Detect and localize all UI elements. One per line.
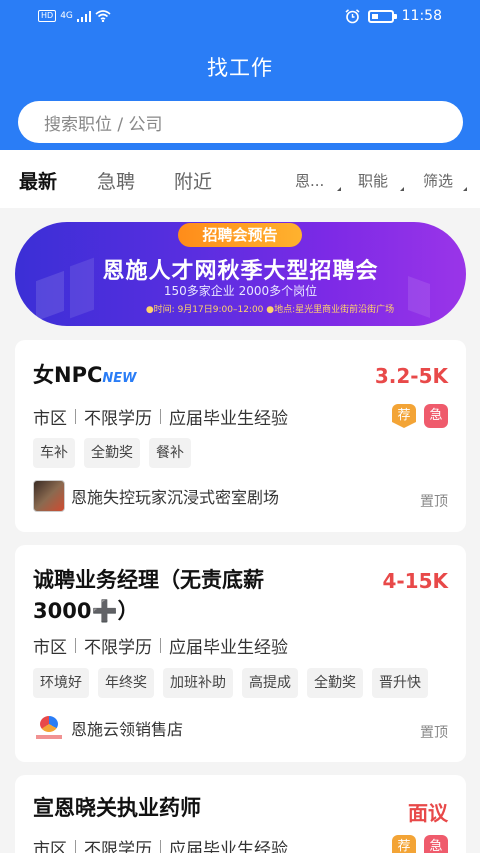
- banner-tag: 招聘会预告: [178, 223, 302, 247]
- divider: [160, 409, 161, 424]
- job-location: 市区: [33, 840, 67, 853]
- job-education: 不限学历: [84, 840, 152, 853]
- job-experience: 应届毕业生经验: [169, 409, 288, 429]
- banner-subtitle: 150多家企业 2000多个岗位: [163, 284, 318, 298]
- divider: [75, 638, 76, 653]
- job-salary: 面议: [408, 801, 448, 825]
- caret-down-icon: [463, 183, 467, 191]
- company-logo: [33, 712, 65, 744]
- tab-urgent[interactable]: 急聘: [97, 167, 135, 194]
- status-left: HD 4G: [38, 10, 111, 22]
- job-title-line: 诚聘业务经理（无责底薪: [33, 568, 264, 592]
- job-tag: 晋升快: [372, 668, 428, 698]
- header-bar: HD 4G 11:58 找工作 搜索职位 / 公司: [0, 0, 480, 150]
- job-title-text: 女NPC: [33, 363, 103, 387]
- wifi-icon: [95, 10, 111, 22]
- job-salary: 4-15K: [382, 569, 448, 593]
- job-experience: 应届毕业生经验: [169, 840, 288, 853]
- divider: [160, 638, 161, 653]
- job-experience: 应届毕业生经验: [169, 638, 288, 658]
- banner-info: ●时间: 9月17日9:00–12:00 ●地点:星光里商业街前沿街广场: [145, 305, 395, 315]
- divider: [75, 409, 76, 424]
- filter-function[interactable]: 职能: [358, 170, 388, 191]
- alarm-icon: [345, 8, 360, 23]
- company-info[interactable]: 恩施失控玩家沉浸式密室剧场: [33, 480, 279, 512]
- recommended-badge: 荐: [392, 404, 416, 428]
- status-time: 11:58: [401, 8, 442, 24]
- job-badges: 荐 急: [392, 835, 448, 853]
- search-placeholder: 搜索职位 / 公司: [44, 114, 163, 135]
- job-badges: 荐 急: [392, 404, 448, 428]
- job-meta: 市区 不限学历 应届毕业生经验: [33, 835, 288, 853]
- recommended-badge: 荐: [392, 835, 416, 853]
- company-name: 恩施失控玩家沉浸式密室剧场: [71, 488, 280, 507]
- banner-title: 恩施人才网秋季大型招聘会: [102, 259, 379, 284]
- urgent-badge: 急: [424, 404, 448, 428]
- caret-down-icon: [400, 183, 404, 191]
- job-card[interactable]: 诚聘业务经理（无责底薪 3000➕） 4-15K 市区 不限学历 应届毕业生经验…: [15, 545, 466, 762]
- job-tag: 车补: [33, 438, 75, 468]
- pin-label: 置顶: [420, 494, 448, 510]
- job-title-line: 3000➕）: [33, 599, 139, 623]
- job-title: 宣恩晓关执业药师: [33, 796, 201, 820]
- job-tag: 年终奖: [98, 668, 154, 698]
- job-tag: 餐补: [149, 438, 191, 468]
- job-tag: 环境好: [33, 668, 89, 698]
- urgent-badge: 急: [424, 835, 448, 853]
- battery-icon: [367, 9, 397, 23]
- filter-region[interactable]: 恩...: [295, 170, 324, 191]
- job-tag: 全勤奖: [307, 668, 363, 698]
- tab-nearby[interactable]: 附近: [174, 167, 212, 194]
- job-meta: 市区 不限学历 应届毕业生经验: [33, 633, 288, 658]
- caret-down-icon: [337, 183, 341, 191]
- company-logo: [33, 480, 65, 512]
- status-bar: HD 4G 11:58: [0, 0, 480, 36]
- new-label: NEW: [102, 371, 137, 386]
- divider: [160, 840, 161, 853]
- job-salary: 3.2-5K: [374, 364, 448, 388]
- hd-indicator: HD: [38, 10, 57, 22]
- job-location: 市区: [33, 409, 67, 429]
- job-card[interactable]: 宣恩晓关执业药师 面议 市区 不限学历 应届毕业生经验 荐 急: [15, 775, 466, 853]
- job-card[interactable]: 女NPCNEW 3.2-5K 市区 不限学历 应届毕业生经验 荐 急 车补 全勤…: [15, 340, 466, 532]
- status-right: 11:58: [345, 8, 442, 24]
- job-tag: 高提成: [242, 668, 298, 698]
- job-education: 不限学历: [84, 638, 152, 658]
- job-location: 市区: [33, 638, 67, 658]
- network-type: 4G: [60, 11, 73, 21]
- tab-bar: 最新 急聘 附近 恩... 职能 筛选: [0, 150, 480, 208]
- job-meta: 市区 不限学历 应届毕业生经验: [33, 404, 288, 429]
- filter-more[interactable]: 筛选: [423, 170, 453, 191]
- pin-label: 置顶: [420, 725, 448, 741]
- job-tags: 环境好 年终奖 加班补助 高提成 全勤奖 晋升快: [33, 668, 428, 698]
- company-name: 恩施云领销售店: [71, 720, 184, 739]
- page-title: 找工作: [207, 56, 273, 80]
- divider: [75, 840, 76, 853]
- job-tag: 全勤奖: [84, 438, 140, 468]
- job-education: 不限学历: [84, 409, 152, 429]
- signal-icon: [76, 10, 91, 22]
- search-input[interactable]: 搜索职位 / 公司: [18, 101, 463, 143]
- job-tags: 车补 全勤奖 餐补: [33, 438, 191, 468]
- job-title: 诚聘业务经理（无责底薪 3000➕）: [33, 565, 264, 627]
- job-title: 女NPCNEW: [33, 360, 137, 394]
- job-tag: 加班补助: [163, 668, 233, 698]
- company-info[interactable]: 恩施云领销售店: [33, 712, 183, 744]
- tab-latest[interactable]: 最新: [19, 167, 57, 194]
